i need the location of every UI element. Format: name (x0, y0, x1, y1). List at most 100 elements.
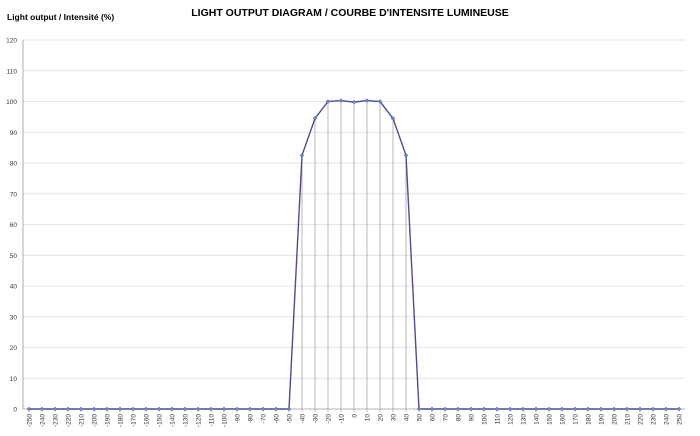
data-point (273, 406, 279, 412)
data-point (130, 406, 136, 412)
x-tick-label: -120 (195, 414, 202, 427)
data-point (533, 406, 539, 412)
x-tick-label: 20 (377, 414, 384, 422)
y-tick-label: 10 (10, 376, 18, 383)
data-point (52, 406, 58, 412)
x-tick-label: -230 (52, 414, 59, 427)
data-point (364, 98, 370, 103)
data-point (247, 406, 253, 412)
data-point (429, 406, 435, 412)
data-point (234, 406, 240, 412)
data-point (546, 406, 552, 412)
data-point (416, 406, 422, 412)
data-point (572, 406, 578, 412)
data-point (403, 153, 409, 158)
light-output-chart: 0 10 20 30 40 50 60 70 80 90 100 110 120 -250 -240 -230… (6, 38, 685, 427)
x-tick-label: 190 (598, 414, 605, 425)
x-tick-label: 170 (572, 414, 579, 425)
data-point (260, 406, 266, 412)
x-tick-label: 50 (416, 414, 423, 422)
x-tick-label: -100 (221, 414, 228, 427)
y-tick-label: 40 (10, 284, 18, 291)
x-tick-label: -20 (325, 414, 332, 424)
data-point (663, 406, 669, 412)
y-tick-label: 80 (10, 161, 18, 168)
x-tick-label: -200 (91, 414, 98, 427)
data-point (208, 406, 214, 412)
data-point (559, 406, 565, 412)
x-tick-label: -150 (156, 414, 163, 427)
x-tick-label: 90 (468, 414, 475, 422)
x-tick-label: -180 (117, 414, 124, 427)
data-point (481, 406, 487, 412)
data-point (676, 406, 682, 412)
y-tick-label: 50 (10, 253, 18, 260)
y-tick-label: 90 (10, 130, 18, 137)
data-point (338, 98, 344, 103)
data-point (585, 406, 591, 412)
x-tick-label: 60 (429, 414, 436, 422)
y-tick-label: 60 (10, 222, 18, 229)
data-point (507, 406, 513, 412)
x-tick-label: 0 (351, 414, 358, 418)
data-point (65, 406, 71, 412)
x-tick-label: 100 (481, 414, 488, 425)
x-tick-label: 240 (663, 414, 670, 425)
data-point (286, 406, 292, 412)
x-tick-label: -240 (39, 414, 46, 427)
x-tick-label: -70 (260, 414, 267, 424)
x-tick-label: 120 (507, 414, 514, 425)
data-point (169, 406, 175, 412)
data-point (598, 406, 604, 412)
x-tick-label: 40 (403, 414, 410, 422)
data-point (442, 406, 448, 412)
y-tick-label: 100 (6, 99, 17, 106)
x-tick-label: 80 (455, 414, 462, 422)
x-tick-label: -130 (182, 414, 189, 427)
x-tick-label: 210 (624, 414, 631, 425)
x-tick-label: -170 (130, 414, 137, 427)
x-tick-label: 150 (546, 414, 553, 425)
data-point (221, 406, 227, 412)
data-point (104, 406, 110, 412)
data-point (156, 406, 162, 412)
x-tick-label: 140 (533, 414, 540, 425)
x-tick-label: 220 (637, 414, 644, 425)
x-tick-label: -10 (338, 414, 345, 424)
x-tick-label: -190 (104, 414, 111, 427)
data-point (143, 406, 149, 412)
x-tick-label: 160 (559, 414, 566, 425)
data-point (351, 99, 357, 105)
data-point (637, 406, 643, 412)
data-point (520, 406, 526, 412)
data-point (91, 406, 97, 412)
data-point (299, 153, 305, 158)
x-tick-label: -40 (299, 414, 306, 424)
x-tick-label: 130 (520, 414, 527, 425)
data-point (182, 406, 188, 412)
data-point (117, 406, 123, 412)
x-tick-label: 30 (390, 414, 397, 422)
x-tick-label: -30 (312, 414, 319, 424)
data-point (39, 406, 45, 412)
y-tick-label: 30 (10, 314, 18, 321)
x-tick-label: -90 (234, 414, 241, 424)
x-tick-label: 70 (442, 414, 449, 422)
x-tick-label: 180 (585, 414, 592, 425)
x-tick-label: -160 (143, 414, 150, 427)
x-tick-label: -250 (26, 414, 33, 427)
x-tick-label: -80 (247, 414, 254, 424)
data-point (468, 406, 474, 412)
x-tick-label: -140 (169, 414, 176, 427)
y-tick-label: 70 (10, 191, 18, 198)
data-point (78, 406, 84, 412)
data-point (195, 406, 201, 412)
data-point (455, 406, 461, 412)
x-tick-label: 110 (494, 414, 501, 425)
y-tick-label: 0 (13, 407, 17, 414)
x-tick-label: -60 (273, 414, 280, 424)
x-tick-label: 230 (650, 414, 657, 425)
data-point (26, 406, 32, 412)
x-tick-label: -50 (286, 414, 293, 424)
x-tick-label: 200 (611, 414, 618, 425)
